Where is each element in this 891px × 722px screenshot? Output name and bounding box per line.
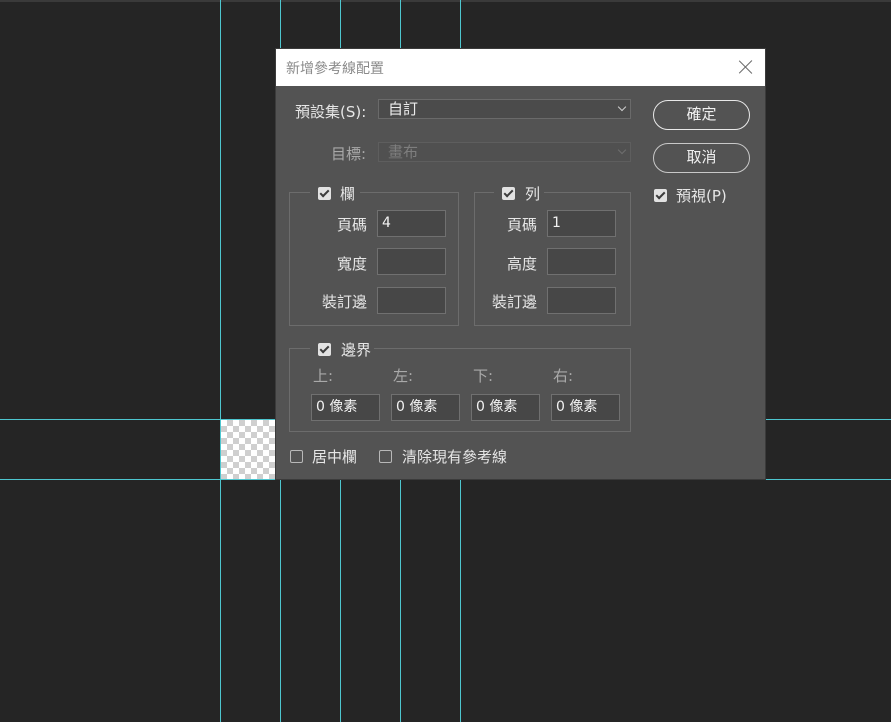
- margin-bottom-field[interactable]: 0 像素: [471, 394, 540, 421]
- preview-checkbox[interactable]: [654, 189, 667, 202]
- clear-guides-checkbox[interactable]: [379, 450, 392, 463]
- transparent-canvas-area: [221, 420, 276, 479]
- canvas-top-edge: [0, 0, 891, 2]
- center-columns-checkbox[interactable]: [290, 450, 303, 463]
- margin-right-field[interactable]: 0 像素: [551, 394, 620, 421]
- margin-right-label: 右:: [553, 367, 574, 385]
- columns-gutter-field[interactable]: [377, 287, 446, 314]
- new-guide-layout-dialog: 新增參考線配置 預設集(S): 自訂 目標: 畫布 確定 取消 預視(P) 欄 …: [276, 49, 765, 479]
- chevron-down-icon: [617, 145, 627, 155]
- preset-value: 自訂: [388, 100, 419, 118]
- target-select: 畫布: [378, 142, 631, 162]
- columns-number-label: 頁碼: [337, 216, 368, 234]
- vertical-guide[interactable]: [220, 0, 221, 722]
- target-label: 目標:: [331, 145, 367, 163]
- columns-checkbox[interactable]: [318, 187, 331, 200]
- margin-checkbox[interactable]: [318, 343, 331, 356]
- rows-gutter-field[interactable]: [547, 287, 616, 314]
- margin-label[interactable]: 邊界: [341, 339, 371, 360]
- target-value: 畫布: [388, 143, 419, 161]
- preview-label[interactable]: 預視(P): [676, 185, 727, 206]
- margin-bottom-label: 下:: [473, 367, 494, 385]
- rows-checkbox[interactable]: [502, 187, 515, 200]
- columns-number-field[interactable]: 4: [377, 210, 446, 237]
- chevron-down-icon: [617, 102, 627, 112]
- columns-label[interactable]: 欄: [340, 183, 355, 204]
- margin-top-field[interactable]: 0 像素: [311, 394, 380, 421]
- horizontal-guide[interactable]: [0, 479, 891, 480]
- margin-top-label: 上:: [313, 367, 334, 385]
- columns-width-label: 寬度: [337, 255, 368, 273]
- close-icon[interactable]: [737, 58, 755, 76]
- ok-button[interactable]: 確定: [653, 100, 750, 130]
- cancel-button[interactable]: 取消: [653, 143, 750, 173]
- rows-height-label: 高度: [507, 255, 538, 273]
- rows-number-label: 頁碼: [507, 216, 538, 234]
- rows-gutter-label: 裝訂邊: [492, 293, 538, 311]
- clear-guides-label[interactable]: 清除現有參考線: [402, 446, 507, 467]
- rows-label[interactable]: 列: [525, 183, 540, 204]
- columns-width-field[interactable]: [377, 248, 446, 275]
- rows-number-field[interactable]: 1: [547, 210, 616, 237]
- rows-height-field[interactable]: [547, 248, 616, 275]
- center-columns-label[interactable]: 居中欄: [312, 446, 357, 467]
- dialog-titlebar[interactable]: 新增參考線配置: [276, 49, 765, 86]
- columns-gutter-label: 裝訂邊: [322, 293, 368, 311]
- margin-left-label: 左:: [393, 367, 414, 385]
- preset-select[interactable]: 自訂: [378, 99, 631, 119]
- preset-label: 預設集(S):: [295, 103, 367, 121]
- margin-left-field[interactable]: 0 像素: [391, 394, 460, 421]
- dialog-title: 新增參考線配置: [286, 61, 384, 77]
